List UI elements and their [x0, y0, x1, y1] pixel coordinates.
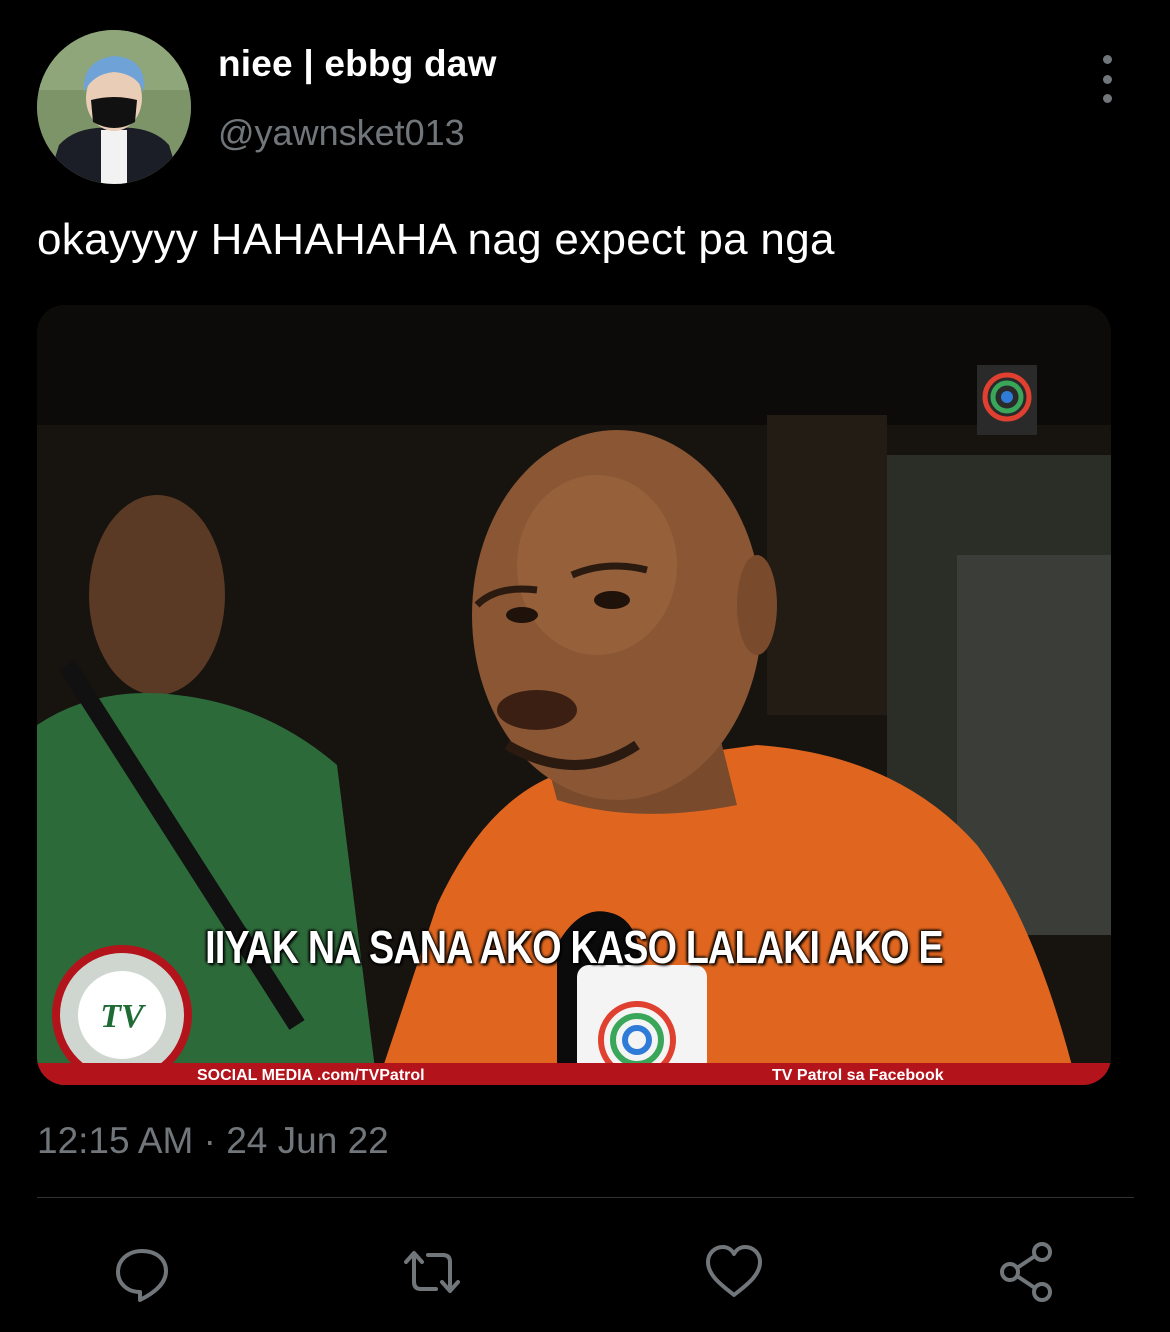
share-icon [1000, 1242, 1052, 1302]
user-handle[interactable]: @yawnsket013 [218, 112, 465, 154]
ticker-text-right: TV Patrol sa Facebook [772, 1067, 944, 1084]
media-caption: IIYAK NA SANA AKO KASO LALAKI AKO E [205, 921, 943, 973]
tweet-timestamp[interactable]: 12:15 AM · 24 Jun 22 [37, 1120, 389, 1162]
reply-button[interactable] [110, 1240, 174, 1304]
more-dot [1102, 55, 1112, 64]
reply-icon [116, 1249, 168, 1302]
like-button[interactable] [702, 1240, 766, 1304]
more-dot [1102, 94, 1112, 103]
svg-text:TV: TV [100, 998, 146, 1035]
ticker-text-left: SOCIAL MEDIA .com/TVPatrol [197, 1067, 425, 1084]
more-dot [1102, 74, 1112, 84]
retweet-icon [404, 1251, 460, 1293]
heart-icon [706, 1245, 762, 1297]
share-button[interactable] [996, 1240, 1060, 1304]
avatar-image [37, 30, 191, 184]
more-options-icon[interactable] [1090, 55, 1124, 103]
tweet-media[interactable]: TV IIYAK NA SANA AKO KASO LALAKI AKO E S… [37, 305, 1111, 1085]
avatar[interactable] [37, 30, 191, 184]
divider [37, 1197, 1134, 1198]
display-name[interactable]: niee | ebbg daw [218, 43, 497, 85]
news-ticker: SOCIAL MEDIA .com/TVPatrol TV Patrol sa … [37, 1063, 1111, 1085]
tweet-text: okayyyy HAHAHAHA nag expect pa nga [37, 215, 835, 264]
retweet-button[interactable] [400, 1240, 464, 1304]
